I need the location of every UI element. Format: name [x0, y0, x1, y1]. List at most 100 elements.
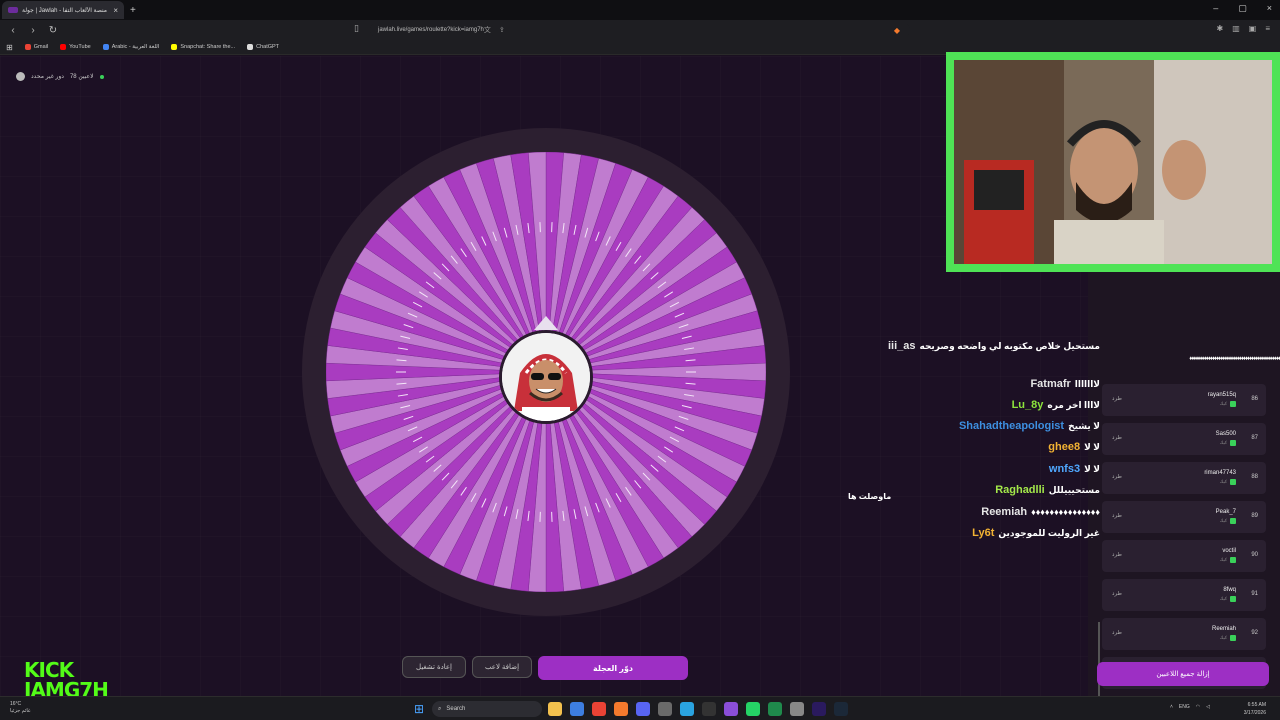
taskbar-search[interactable]: ⌕ Search: [432, 701, 542, 717]
reload-icon[interactable]: ↻: [46, 25, 60, 36]
player-platform: كيك: [1220, 596, 1236, 602]
kick-platform-icon: [1230, 440, 1236, 446]
bookmark-label: Gmail: [33, 44, 49, 50]
chat-message: Raghadlli مستحيييللل: [995, 484, 1100, 496]
telegram-icon[interactable]: [680, 702, 694, 716]
player-name: voctil: [1222, 548, 1236, 554]
capcut-icon[interactable]: [702, 702, 716, 716]
kick-player-button[interactable]: طرد: [1112, 474, 1122, 480]
players-count: 78 لاعبين: [69, 74, 94, 80]
excel-icon[interactable]: [768, 702, 782, 716]
kick-player-button[interactable]: طرد: [1112, 591, 1122, 597]
chat-message: Fatmafr لااااااا: [1030, 378, 1100, 390]
chat-message: wnfs3 لا لا: [1049, 463, 1100, 475]
remove-all-players-button[interactable]: إزالة جميع اللاعبين: [1097, 662, 1269, 686]
wallet-icon[interactable]: ▣: [1249, 24, 1257, 33]
discord-icon[interactable]: [636, 702, 650, 716]
taskbar-clock[interactable]: 6:55 AM 3/17/2026: [1244, 701, 1266, 717]
close-window-button[interactable]: ×: [1267, 3, 1272, 14]
chat-username: iii_as: [887, 340, 916, 352]
address-bar[interactable]: jawlah.live/games/roulette?kick=iamg7h 文…: [370, 23, 910, 37]
chevron-up-icon[interactable]: ˄: [1170, 704, 1173, 710]
chrome-icon[interactable]: [592, 702, 606, 716]
visual-studio-icon[interactable]: [724, 702, 738, 716]
restart-button[interactable]: إعادة تشغيل: [402, 656, 466, 678]
sidebar-icon[interactable]: ▥: [1232, 24, 1240, 33]
new-tab-button[interactable]: +: [130, 5, 136, 16]
streamer-webcam: [946, 52, 1280, 272]
windows-start-icon[interactable]: ⊞: [414, 702, 424, 716]
clock-date: 3/17/2026: [1243, 710, 1266, 716]
player-name: rayan515q: [1207, 392, 1236, 398]
weather-widget[interactable]: 16°C غائم جزئيا: [10, 701, 31, 715]
store-icon[interactable]: [570, 702, 584, 716]
browser-toolbar: ‹ › ↻ ▯ jawlah.live/games/roulette?kick=…: [0, 20, 1280, 40]
player-number: 88: [1251, 474, 1258, 480]
file-explorer-icon[interactable]: [548, 702, 562, 716]
forward-icon[interactable]: ›: [26, 25, 40, 36]
wifi-icon[interactable]: ◠: [1196, 704, 1200, 710]
bookmark-chatgpt[interactable]: ChatGPT: [247, 44, 279, 50]
youtube-icon: [60, 44, 67, 50]
chat-text: مستحيل خلاص مكتوبه لي واضحه وصريحه: [919, 341, 1100, 351]
menu-icon[interactable]: ≡: [1265, 24, 1270, 33]
add-player-button[interactable]: إضافة لاعب: [472, 656, 532, 678]
bookmark-label: YouTube: [69, 44, 91, 50]
kick-player-button[interactable]: طرد: [1112, 396, 1122, 402]
player-platform: كيك: [1220, 440, 1236, 446]
kick-player-button[interactable]: طرد: [1112, 630, 1122, 636]
roulette-wheel[interactable]: [302, 128, 790, 616]
search-label: Search: [446, 706, 466, 712]
whatsapp-icon[interactable]: [746, 702, 760, 716]
chatgpt-icon: [247, 44, 254, 50]
chat-message: Shahadtheapologist لا يشيخ: [959, 420, 1100, 432]
tab-title: جولة | Jawlah - منصة الألعاب التفا: [22, 7, 108, 14]
bookmark-icon[interactable]: ▯: [354, 23, 359, 34]
scrollbar[interactable]: [1098, 622, 1100, 698]
bookmark-label: Snapchat: Share the...: [180, 44, 236, 50]
bookmark-arabic[interactable]: Arabic - اللغة العربية: [102, 44, 159, 50]
share-icon[interactable]: ⇪: [499, 26, 505, 34]
kick-player-button[interactable]: طرد: [1112, 552, 1122, 558]
translate-icon[interactable]: 文: [484, 25, 491, 35]
app-icon[interactable]: [658, 702, 672, 716]
webcam-feed: [954, 60, 1272, 264]
extensions-icon[interactable]: ✱: [1217, 24, 1224, 33]
back-icon[interactable]: ‹: [6, 25, 20, 36]
bookmark-gmail[interactable]: Gmail: [24, 44, 49, 50]
steam-icon[interactable]: [834, 702, 848, 716]
game-status: دور غير محدد 78 لاعبين: [16, 72, 104, 81]
kick-platform-icon: [1230, 401, 1236, 407]
browser-tabbar: جولة | Jawlah - منصة الألعاب التفا × + –…: [0, 0, 1280, 20]
volume-icon[interactable]: ◁: [1206, 704, 1210, 710]
wheel-pointer: [534, 316, 558, 330]
weather-desc: غائم جزئيا: [10, 708, 31, 714]
player-name: Peak_7: [1215, 509, 1236, 515]
player-number: 92: [1251, 630, 1258, 636]
premiere-icon[interactable]: [812, 702, 826, 716]
brave-shield-icon[interactable]: ◆: [894, 26, 900, 35]
chat-username: Ly6t: [972, 527, 995, 539]
maximize-button[interactable]: ▢: [1238, 3, 1247, 14]
platform-label: كيك: [1219, 440, 1227, 445]
search-icon: ⌕: [438, 705, 442, 712]
minimize-button[interactable]: –: [1213, 3, 1218, 14]
center-avatar: [499, 330, 593, 424]
player-platform: كيك: [1220, 635, 1236, 641]
tab-close-icon[interactable]: ×: [113, 6, 118, 15]
bookmark-youtube[interactable]: YouTube: [60, 44, 91, 50]
spin-wheel-button[interactable]: دوّر العجلة: [538, 656, 688, 680]
settings-icon[interactable]: [790, 702, 804, 716]
language-indicator[interactable]: ENG: [1179, 704, 1190, 710]
brave-icon[interactable]: [614, 702, 628, 716]
chat-username: Shahadtheapologist: [958, 420, 1065, 432]
taskbar-apps: [548, 702, 848, 716]
player-name: 8fwq: [1223, 587, 1236, 593]
browser-tab[interactable]: جولة | Jawlah - منصة الألعاب التفا ×: [2, 1, 124, 19]
platform-label: كيك: [1219, 518, 1227, 523]
player-row: طرد 8fwq كيك 91: [1102, 579, 1266, 611]
kick-player-button[interactable]: طرد: [1112, 435, 1122, 441]
kick-player-button[interactable]: طرد: [1112, 513, 1122, 519]
bookmark-snapchat[interactable]: Snapchat: Share the...: [171, 44, 235, 50]
apps-grid-icon[interactable]: ⊞: [6, 43, 13, 52]
